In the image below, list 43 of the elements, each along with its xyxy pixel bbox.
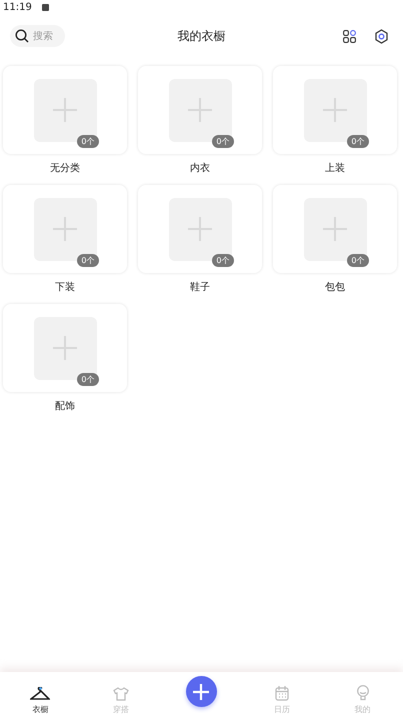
item-count: 0个 [77, 254, 98, 266]
plus-icon [192, 682, 210, 700]
item-count: 0个 [212, 134, 234, 148]
plus-icon [188, 217, 212, 241]
status-time: 11:19 [3, 2, 32, 12]
category-label: 无分类 [50, 162, 80, 175]
lightbulb-icon [356, 685, 370, 701]
search-field[interactable]: 搜索 [33, 30, 57, 42]
category-card[interactable]: 0个 [138, 66, 262, 154]
category-card[interactable]: 0个 [138, 185, 262, 273]
nav-tab[interactable]: 衣橱 [0, 672, 81, 720]
search-bar[interactable]: 搜索 [10, 25, 65, 47]
hanger-icon [30, 687, 50, 701]
plus-icon [53, 336, 77, 360]
plus-icon [188, 98, 212, 122]
category-label: 包包 [325, 281, 345, 294]
calendar-icon [275, 685, 290, 701]
page-title: 我的衣橱 [178, 28, 226, 44]
settings-icon[interactable] [374, 28, 389, 44]
item-count: 0个 [347, 254, 368, 266]
shirt-icon [112, 687, 129, 701]
category-card[interactable]: 0个 [3, 66, 127, 154]
plus-icon [53, 217, 77, 241]
category-label: 下装 [55, 280, 75, 294]
plus-icon [323, 217, 347, 241]
item-count: 0个 [77, 372, 98, 386]
notification-icon [42, 4, 49, 10]
category-label: 配饰 [55, 400, 75, 413]
category-card[interactable]: 0个 [273, 185, 397, 273]
plus-icon [53, 98, 77, 122]
search-icon [15, 29, 29, 43]
category-label: 鞋子 [190, 280, 210, 294]
category-card[interactable]: 0个 [273, 66, 397, 154]
category-label: 上装 [325, 162, 345, 175]
category-card[interactable]: 0个 [3, 185, 127, 273]
grid-icon[interactable] [343, 30, 356, 42]
category-card[interactable]: 0个 [3, 304, 127, 392]
add-button[interactable] [186, 676, 217, 707]
item-count: 0个 [347, 134, 368, 148]
item-count: 0个 [77, 134, 98, 148]
category-label: 内衣 [190, 162, 210, 175]
plus-icon [323, 98, 347, 122]
item-count: 0个 [212, 254, 234, 266]
